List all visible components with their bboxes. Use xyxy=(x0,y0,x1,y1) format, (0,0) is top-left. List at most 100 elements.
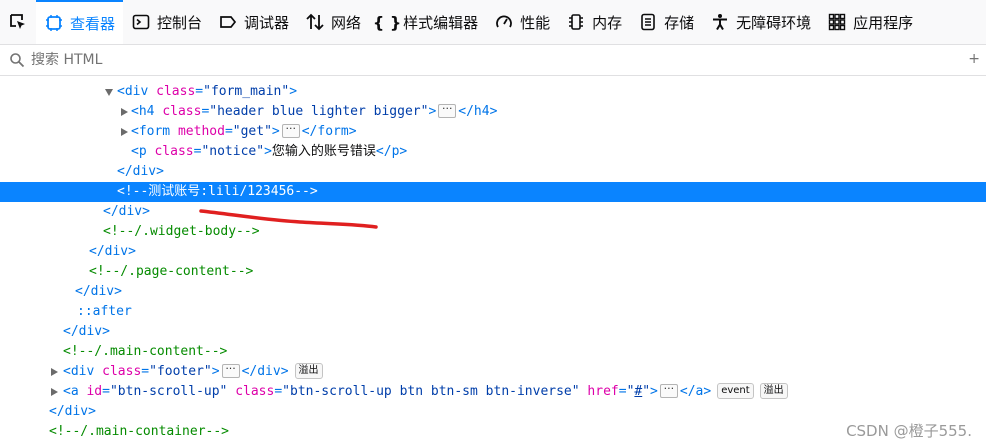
expand-arrow-icon[interactable] xyxy=(51,368,58,376)
tag-name: div xyxy=(257,364,281,379)
tab-style-editor[interactable]: { } 样式编辑器 xyxy=(369,0,486,44)
devtools-toolbar: 查看器 控制台 调试器 网络 { } 样式编辑器 性能 内存 存储 无障碍环境 … xyxy=(0,0,986,45)
tree-close-div[interactable]: </div> xyxy=(0,322,986,342)
tab-inspector[interactable]: 查看器 xyxy=(36,0,124,44)
attr-value[interactable]: btn-scroll-up btn btn-sm btn-inverse xyxy=(290,384,572,399)
tag-name: div xyxy=(70,364,95,379)
tree-node-div-form-main[interactable]: <div class="form_main"> xyxy=(0,82,986,102)
tag-name: p xyxy=(138,144,147,159)
event-badge[interactable]: event xyxy=(717,382,754,399)
tab-debugger[interactable]: 调试器 xyxy=(210,0,297,44)
tag-name: form xyxy=(138,124,171,139)
tab-memory[interactable]: 内存 xyxy=(558,0,630,44)
tab-accessibility[interactable]: 无障碍环境 xyxy=(702,0,819,44)
tag-name: div xyxy=(90,284,115,299)
tag-name: div xyxy=(132,164,157,179)
inspector-icon xyxy=(44,13,64,33)
tab-application[interactable]: 应用程序 xyxy=(819,0,921,44)
attr-name: class xyxy=(235,384,275,399)
comment-node: <!--/.page-content--> xyxy=(89,264,254,279)
tag-name: div xyxy=(64,404,89,419)
tree-close-div[interactable]: </div> xyxy=(0,202,986,222)
tree-node-div-footer[interactable]: <div class="footer"> ··· </div> 溢出 xyxy=(0,362,986,382)
attr-value[interactable]: footer xyxy=(157,364,204,379)
tree-close-div[interactable]: </div> xyxy=(0,282,986,302)
attr-value[interactable]: btn-scroll-up xyxy=(118,384,220,399)
attr-value[interactable]: header blue lighter bigger xyxy=(217,104,421,119)
tab-console[interactable]: 控制台 xyxy=(123,0,210,44)
comment-node: <!--/.main-container--> xyxy=(49,424,230,439)
ellipsis-icon[interactable]: ··· xyxy=(438,103,457,118)
collapse-arrow-icon[interactable] xyxy=(105,89,113,96)
attr-name: class xyxy=(156,84,196,99)
expand-arrow-icon[interactable] xyxy=(121,128,128,136)
tab-label: 样式编辑器 xyxy=(403,13,479,32)
tree-close-div[interactable]: </div> xyxy=(0,402,986,422)
tab-performance[interactable]: 性能 xyxy=(486,0,558,44)
tab-label: 内存 xyxy=(592,13,623,32)
tree-pseudo-after[interactable]: ::after xyxy=(0,302,986,322)
tree-comment-widget-body[interactable]: <!--/.widget-body--> xyxy=(0,222,986,242)
expand-arrow-icon[interactable] xyxy=(121,108,128,116)
tab-label: 性能 xyxy=(520,13,551,32)
tree-comment-page-content[interactable]: <!--/.page-content--> xyxy=(0,262,986,282)
performance-icon xyxy=(494,12,514,32)
tab-label: 无障碍环境 xyxy=(736,13,812,32)
attr-value[interactable]: notice xyxy=(209,144,256,159)
tree-close-div[interactable]: </div> xyxy=(0,242,986,262)
attr-name: class xyxy=(162,104,202,119)
accessibility-icon xyxy=(710,12,730,32)
attr-value[interactable]: form_main xyxy=(211,84,281,99)
tab-label: 控制台 xyxy=(157,13,203,32)
memory-icon xyxy=(566,12,586,32)
ellipsis-icon[interactable]: ··· xyxy=(221,363,240,378)
tag-name: div xyxy=(104,244,129,259)
tree-comment-test-account[interactable]: <!--测试账号:lili/123456--> xyxy=(0,182,986,202)
overflow-badge[interactable]: 溢出 xyxy=(759,382,788,399)
tag-name: h4 xyxy=(138,104,155,119)
ellipsis-icon[interactable]: ··· xyxy=(659,383,678,398)
comment-node: <!--/.widget-body--> xyxy=(103,224,260,239)
tree-comment-main-content[interactable]: <!--/.main-content--> xyxy=(0,342,986,362)
comment-node: <!--测试账号:lili/123456--> xyxy=(117,184,318,199)
overflow-badge[interactable]: 溢出 xyxy=(294,362,323,379)
network-icon xyxy=(305,12,325,32)
tree-comment-main-container[interactable]: <!--/.main-container--> xyxy=(0,422,986,442)
tab-label: 存储 xyxy=(664,13,695,32)
attr-name: id xyxy=(86,384,103,399)
tab-label: 网络 xyxy=(331,13,362,32)
tree-close-div[interactable]: </div> xyxy=(0,162,986,182)
tag-name: div xyxy=(124,84,149,99)
attr-value[interactable]: get xyxy=(241,124,264,139)
attr-name: class xyxy=(102,364,142,379)
watermark: CSDN @橙子555. xyxy=(846,422,972,440)
style-editor-icon: { } xyxy=(372,12,402,32)
tab-network[interactable]: 网络 xyxy=(297,0,369,44)
tree-node-a-scroll-up[interactable]: <a id="btn-scroll-up" class="btn-scroll-… xyxy=(0,382,986,402)
tag-name: div xyxy=(118,204,143,219)
attr-name: method xyxy=(177,124,225,139)
tab-label: 查看器 xyxy=(70,14,116,33)
tree-row-clipped xyxy=(0,63,986,77)
comment-node: <!--/.main-content--> xyxy=(63,344,228,359)
attr-name: href xyxy=(587,384,619,399)
text-node[interactable]: 您输入的账号错误 xyxy=(272,144,376,159)
tree-node-p-notice[interactable]: <p class="notice">您输入的账号错误</p> xyxy=(0,142,986,162)
tag-name: form xyxy=(317,124,349,139)
element-picker-icon xyxy=(10,14,25,29)
application-icon xyxy=(827,12,847,32)
tag-name: div xyxy=(78,324,103,339)
expand-arrow-icon[interactable] xyxy=(51,388,58,396)
element-picker-button[interactable] xyxy=(0,0,36,44)
tag-name: h4 xyxy=(473,104,490,119)
tab-storage[interactable]: 存储 xyxy=(630,0,702,44)
attr-name: class xyxy=(154,144,194,159)
tag-name: a xyxy=(70,384,79,399)
tab-label: 应用程序 xyxy=(853,13,914,32)
tab-label: 调试器 xyxy=(244,13,290,32)
tree-node-h4[interactable]: <h4 class="header blue lighter bigger"> ·… xyxy=(0,102,986,122)
tree-node-form[interactable]: <form method="get"> ··· </form> xyxy=(0,122,986,142)
ellipsis-icon[interactable]: ··· xyxy=(281,123,300,138)
pseudo-element: ::after xyxy=(77,304,132,319)
debugger-icon xyxy=(218,12,238,32)
